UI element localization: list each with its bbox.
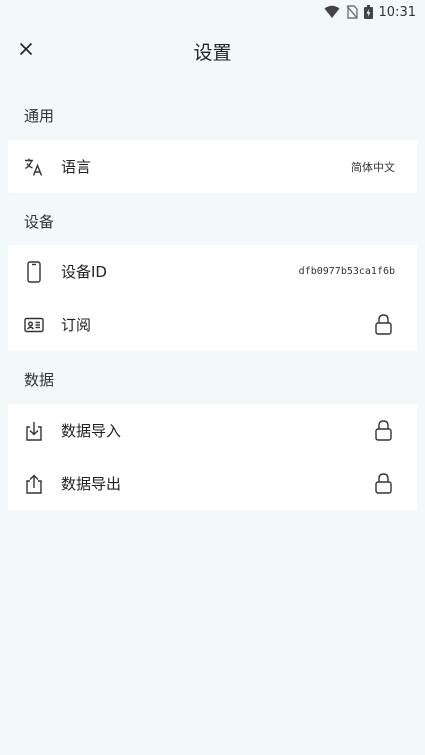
device-id-value: dfb0977b53ca1f6b [298,266,395,277]
data-import-label: 数据导入 [61,422,122,440]
card-device: 设备ID dfb0977b53ca1f6b 订阅 [8,245,417,351]
battery-icon [363,5,373,19]
status-bar: 10:31 [0,0,425,24]
clock-time: 10:31 [378,4,416,20]
data-import-row[interactable]: 数据导入 [8,404,417,457]
subscription-row[interactable]: 订阅 [8,298,417,351]
id-card-icon [24,315,44,335]
card-general: 语言 简体中文 [8,140,417,193]
data-export-row[interactable]: 数据导出 [8,457,417,510]
section-header-data: 数据 [24,371,55,389]
lock-icon [374,420,392,442]
page-title: 设置 [193,42,232,64]
app-bar: 设置 [0,24,425,76]
device-id-row[interactable]: 设备ID dfb0977b53ca1f6b [8,245,417,298]
card-data: 数据导入 数据导出 [8,404,417,510]
wifi-icon [324,5,340,19]
section-header-device: 设备 [24,213,55,231]
data-export-label: 数据导出 [61,475,122,493]
phone-icon [24,260,44,283]
device-id-label: 设备ID [61,263,107,281]
share-icon [24,474,44,494]
section-header-general: 通用 [24,107,55,125]
language-label: 语言 [61,158,92,176]
translate-icon [24,157,44,177]
language-row[interactable]: 语言 简体中文 [8,140,417,193]
lock-icon [374,314,392,336]
lock-icon [374,473,392,495]
no-sim-icon [345,5,358,19]
language-value: 简体中文 [351,160,395,174]
download-icon [24,421,44,441]
subscription-label: 订阅 [61,316,92,334]
